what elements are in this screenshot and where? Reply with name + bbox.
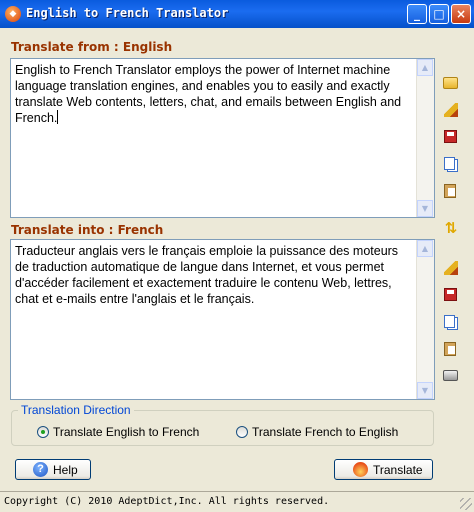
clear-broom-icon[interactable] bbox=[442, 101, 460, 119]
open-folder-icon[interactable] bbox=[442, 74, 460, 92]
save-disk-icon[interactable] bbox=[442, 286, 460, 304]
translate-button[interactable]: Translate bbox=[334, 459, 433, 480]
text-caret bbox=[57, 110, 59, 124]
scroll-down-icon[interactable]: ▼ bbox=[417, 382, 433, 399]
radio-french-to-english[interactable] bbox=[236, 426, 248, 438]
radio-label-english-to-french[interactable]: Translate English to French bbox=[53, 425, 199, 439]
copyright-text: Copyright (C) 2010 AdeptDict,Inc. All ri… bbox=[4, 496, 330, 507]
minimize-button[interactable]: _ bbox=[407, 4, 427, 24]
paste-icon[interactable] bbox=[442, 340, 460, 358]
radio-label-french-to-english[interactable]: Translate French to English bbox=[252, 425, 398, 439]
copy-icon[interactable] bbox=[442, 313, 460, 331]
target-text-area[interactable]: Traducteur anglais vers le français empl… bbox=[10, 239, 435, 400]
source-text-area[interactable]: English to French Translator employs the… bbox=[10, 58, 435, 218]
scroll-up-icon[interactable]: ▲ bbox=[417, 59, 433, 76]
source-scrollbar[interactable]: ▲ ▼ bbox=[416, 59, 434, 217]
scroll-down-icon[interactable]: ▼ bbox=[417, 200, 433, 217]
translate-fire-icon bbox=[353, 462, 368, 477]
scroll-up-icon[interactable]: ▲ bbox=[417, 240, 433, 257]
close-button[interactable]: × bbox=[451, 4, 471, 24]
help-icon: ? bbox=[33, 462, 48, 477]
paste-icon[interactable] bbox=[442, 182, 460, 200]
help-button-label: Help bbox=[53, 463, 78, 477]
print-icon[interactable] bbox=[442, 366, 460, 384]
resize-grip[interactable] bbox=[460, 498, 472, 510]
save-disk-icon[interactable] bbox=[442, 128, 460, 146]
status-bar: Copyright (C) 2010 AdeptDict,Inc. All ri… bbox=[0, 491, 474, 512]
source-label: Translate from : English bbox=[11, 40, 173, 54]
translation-direction-group: Translation Direction Translate English … bbox=[11, 403, 434, 446]
target-label: Translate into : French bbox=[11, 223, 164, 237]
window-title: English to French Translator bbox=[26, 6, 229, 20]
translate-button-label: Translate bbox=[373, 463, 423, 477]
direction-legend: Translation Direction bbox=[18, 403, 134, 417]
copy-icon[interactable] bbox=[442, 155, 460, 173]
clear-broom-icon[interactable] bbox=[442, 259, 460, 277]
maximize-button[interactable]: □ bbox=[429, 4, 449, 24]
help-button[interactable]: ? Help bbox=[15, 459, 91, 480]
app-logo-icon[interactable]: ◆ bbox=[5, 6, 21, 22]
source-text[interactable]: English to French Translator employs the… bbox=[15, 62, 412, 126]
target-text[interactable]: Traducteur anglais vers le français empl… bbox=[15, 243, 412, 307]
title-bar[interactable]: ◆ English to French Translator _ □ × bbox=[0, 0, 474, 28]
radio-english-to-french[interactable] bbox=[37, 426, 49, 438]
swap-icon[interactable]: ⇅ bbox=[442, 219, 460, 237]
target-scrollbar[interactable]: ▲ ▼ bbox=[416, 240, 434, 399]
